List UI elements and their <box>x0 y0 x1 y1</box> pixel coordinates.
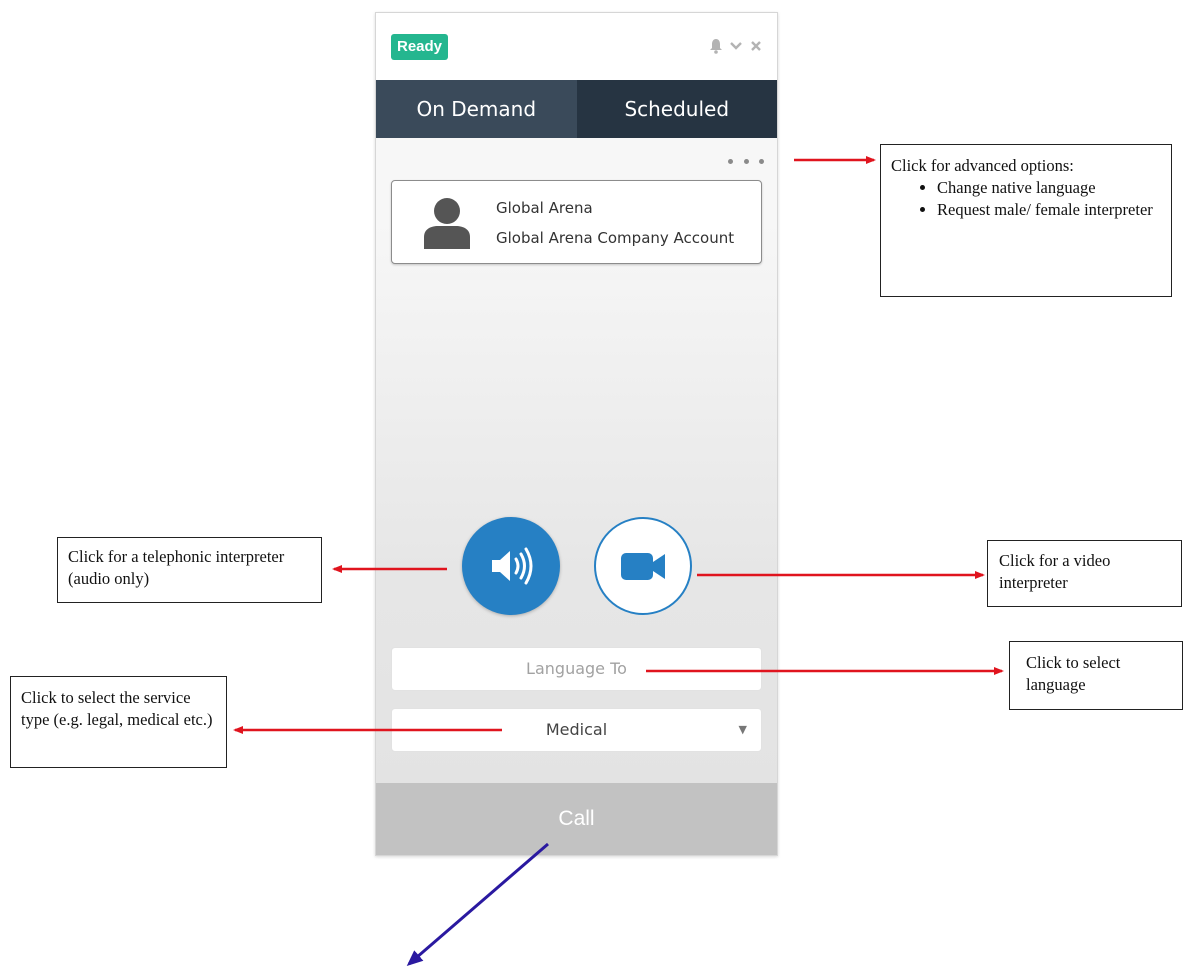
arrow-call <box>406 842 549 966</box>
callout-advanced-item: Request male/ female interpreter <box>937 199 1163 221</box>
callout-service-text: Click to select the service type (e.g. l… <box>21 688 213 729</box>
callout-language: Click to select language <box>1009 641 1183 710</box>
callout-language-text: Click to select language <box>1026 653 1121 694</box>
callout-audio-text: Click for a telephonic interpreter (audi… <box>68 547 285 588</box>
callout-advanced-options: Click for advanced options: Change nativ… <box>880 144 1172 297</box>
callout-advanced-list: Change native language Request male/ fem… <box>891 177 1163 221</box>
callout-advanced-item: Change native language <box>937 177 1163 199</box>
callout-audio: Click for a telephonic interpreter (audi… <box>57 537 322 603</box>
callout-video-text: Click for a video interpreter <box>999 551 1111 592</box>
callout-video: Click for a video interpreter <box>987 540 1182 607</box>
callout-service: Click to select the service type (e.g. l… <box>10 676 227 768</box>
callout-advanced-title: Click for advanced options: <box>891 156 1074 175</box>
